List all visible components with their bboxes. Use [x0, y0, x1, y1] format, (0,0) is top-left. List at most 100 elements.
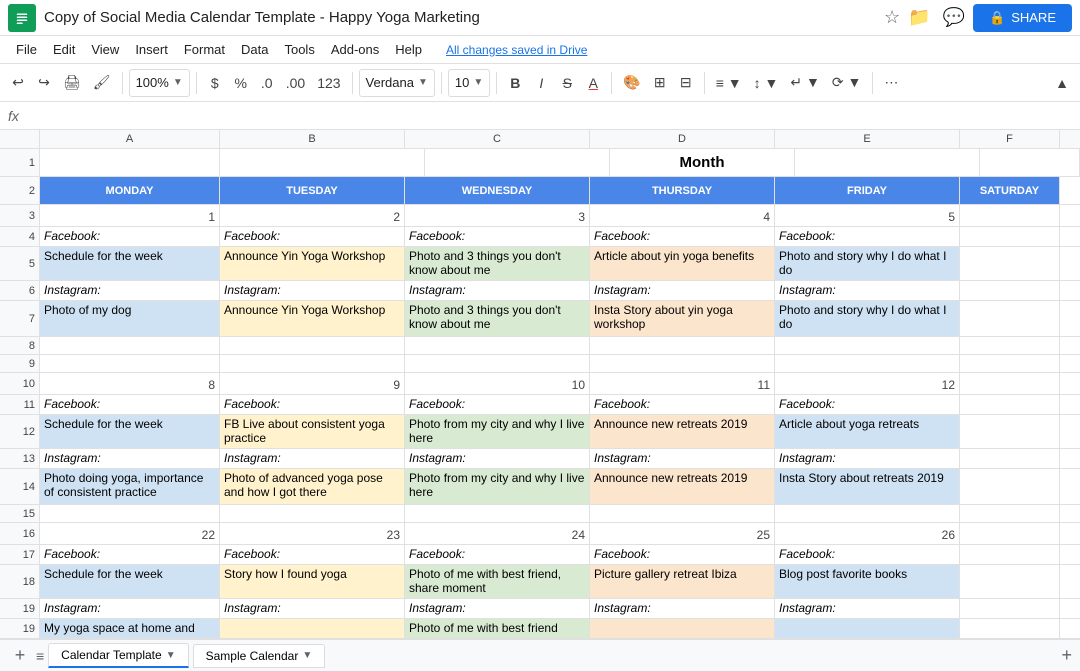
cell-4b[interactable]: Facebook:	[220, 227, 405, 246]
cell-12d[interactable]: Announce new retreats 2019	[590, 415, 775, 448]
cell-3e[interactable]: 5	[775, 205, 960, 226]
text-color-button[interactable]: A	[581, 69, 605, 97]
cell-14a[interactable]: Photo doing yoga, importance of consiste…	[40, 469, 220, 504]
cell-15f[interactable]	[960, 505, 1060, 522]
col-header-e[interactable]: E	[775, 130, 960, 148]
cell-10a[interactable]: 8	[40, 373, 220, 394]
undo-button[interactable]: ↩	[6, 69, 30, 97]
cell-4d[interactable]: Facebook:	[590, 227, 775, 246]
cell-5e[interactable]: Photo and story why I do what I do	[775, 247, 960, 280]
cell-3c[interactable]: 3	[405, 205, 590, 226]
cell-14e[interactable]: Insta Story about retreats 2019	[775, 469, 960, 504]
more-button[interactable]: ⋯	[879, 69, 903, 97]
cell-6f[interactable]	[960, 281, 1060, 300]
cell-6c[interactable]: Instagram:	[405, 281, 590, 300]
decimal0-button[interactable]: .0	[255, 69, 279, 97]
cell-12e[interactable]: Article about yoga retreats	[775, 415, 960, 448]
cell-7f[interactable]	[960, 301, 1060, 336]
cell-9f[interactable]	[960, 355, 1060, 372]
cell-13e[interactable]: Instagram:	[775, 449, 960, 468]
star-icon[interactable]: ☆	[884, 7, 900, 28]
cell-15b[interactable]	[220, 505, 405, 522]
cell-6d[interactable]: Instagram:	[590, 281, 775, 300]
cell-7d[interactable]: Insta Story about yin yoga workshop	[590, 301, 775, 336]
cell-1b[interactable]	[220, 149, 425, 176]
cell-12b[interactable]: FB Live about consistent yoga practice	[220, 415, 405, 448]
cell-2a[interactable]: MONDAY	[40, 177, 220, 204]
cell-14b[interactable]: Photo of advanced yoga pose and how I go…	[220, 469, 405, 504]
cell-9e[interactable]	[775, 355, 960, 372]
cell-2d[interactable]: THURSDAY	[590, 177, 775, 204]
cell-18c[interactable]: Photo of me with best friend, share mome…	[405, 565, 590, 598]
percent-button[interactable]: %	[229, 69, 253, 97]
cell-5c[interactable]: Photo and 3 things you don't know about …	[405, 247, 590, 280]
cell-7b[interactable]: Announce Yin Yoga Workshop	[220, 301, 405, 336]
cell-8a[interactable]	[40, 337, 220, 354]
cell-14c[interactable]: Photo from my city and why I live here	[405, 469, 590, 504]
cell-13f[interactable]	[960, 449, 1060, 468]
cell-19f[interactable]	[960, 599, 1060, 618]
cell-13c[interactable]: Instagram:	[405, 449, 590, 468]
cell-2b[interactable]: TUESDAY	[220, 177, 405, 204]
cell-11b[interactable]: Facebook:	[220, 395, 405, 414]
cell-4c[interactable]: Facebook:	[405, 227, 590, 246]
col-header-b[interactable]: B	[220, 130, 405, 148]
cell-16f[interactable]	[960, 523, 1060, 544]
zoom-dropdown[interactable]: 100% ▼	[129, 69, 190, 97]
add-sheet-right-button[interactable]: +	[1061, 645, 1072, 666]
cell-3b[interactable]: 2	[220, 205, 405, 226]
cell-3a[interactable]: 1	[40, 205, 220, 226]
cell-16d[interactable]: 25	[590, 523, 775, 544]
cell-10d[interactable]: 11	[590, 373, 775, 394]
cell-1c[interactable]	[425, 149, 610, 176]
paint-format-button[interactable]: 🖌	[88, 69, 116, 97]
cell-14d[interactable]: Announce new retreats 2019	[590, 469, 775, 504]
menu-insert[interactable]: Insert	[127, 40, 176, 59]
rotate-button[interactable]: ⟳ ▼	[827, 69, 866, 97]
cell-1f[interactable]	[980, 149, 1080, 176]
menu-help[interactable]: Help	[387, 40, 430, 59]
cell-18d[interactable]: Picture gallery retreat Ibiza	[590, 565, 775, 598]
textwrap-button[interactable]: ↵ ▼	[785, 69, 824, 97]
cell-17f[interactable]	[960, 545, 1060, 564]
col-header-f[interactable]: F	[960, 130, 1060, 148]
fill-color-button[interactable]: 🎨	[618, 69, 645, 97]
tab-sample-arrow[interactable]: ▼	[302, 650, 312, 661]
cell-19d[interactable]: Instagram:	[590, 599, 775, 618]
cell-19a[interactable]: Instagram:	[40, 599, 220, 618]
cell-19b[interactable]: Instagram:	[220, 599, 405, 618]
cell-15d[interactable]	[590, 505, 775, 522]
cell-7e[interactable]: Photo and story why I do what I do	[775, 301, 960, 336]
cell-17b[interactable]: Facebook:	[220, 545, 405, 564]
strikethrough-button[interactable]: S	[555, 69, 579, 97]
cell-6e[interactable]: Instagram:	[775, 281, 960, 300]
cell-4e[interactable]: Facebook:	[775, 227, 960, 246]
cell-10c[interactable]: 10	[405, 373, 590, 394]
cell-8e[interactable]	[775, 337, 960, 354]
menu-edit[interactable]: Edit	[45, 40, 83, 59]
menu-tools[interactable]: Tools	[276, 40, 322, 59]
cell-20d[interactable]	[590, 619, 775, 638]
currency-button[interactable]: $	[203, 69, 227, 97]
cell-16e[interactable]: 26	[775, 523, 960, 544]
folder-icon[interactable]: 📁	[908, 7, 930, 28]
cell-9a[interactable]	[40, 355, 220, 372]
chat-icon[interactable]: 💬	[943, 7, 965, 28]
cell-11f[interactable]	[960, 395, 1060, 414]
bold-button[interactable]: B	[503, 69, 527, 97]
share-button[interactable]: 🔒 SHARE	[973, 4, 1072, 32]
cell-10b[interactable]: 9	[220, 373, 405, 394]
menu-file[interactable]: File	[8, 40, 45, 59]
cell-8c[interactable]	[405, 337, 590, 354]
cell-5f[interactable]	[960, 247, 1060, 280]
cell-16c[interactable]: 24	[405, 523, 590, 544]
cell-11d[interactable]: Facebook:	[590, 395, 775, 414]
cell-3d[interactable]: 4	[590, 205, 775, 226]
cell-18f[interactable]	[960, 565, 1060, 598]
cell-14f[interactable]	[960, 469, 1060, 504]
cell-12a[interactable]: Schedule for the week	[40, 415, 220, 448]
collapse-button[interactable]: ▲	[1050, 69, 1074, 97]
cell-18e[interactable]: Blog post favorite books	[775, 565, 960, 598]
cell-19c[interactable]: Instagram:	[405, 599, 590, 618]
cell-4a[interactable]: Facebook:	[40, 227, 220, 246]
